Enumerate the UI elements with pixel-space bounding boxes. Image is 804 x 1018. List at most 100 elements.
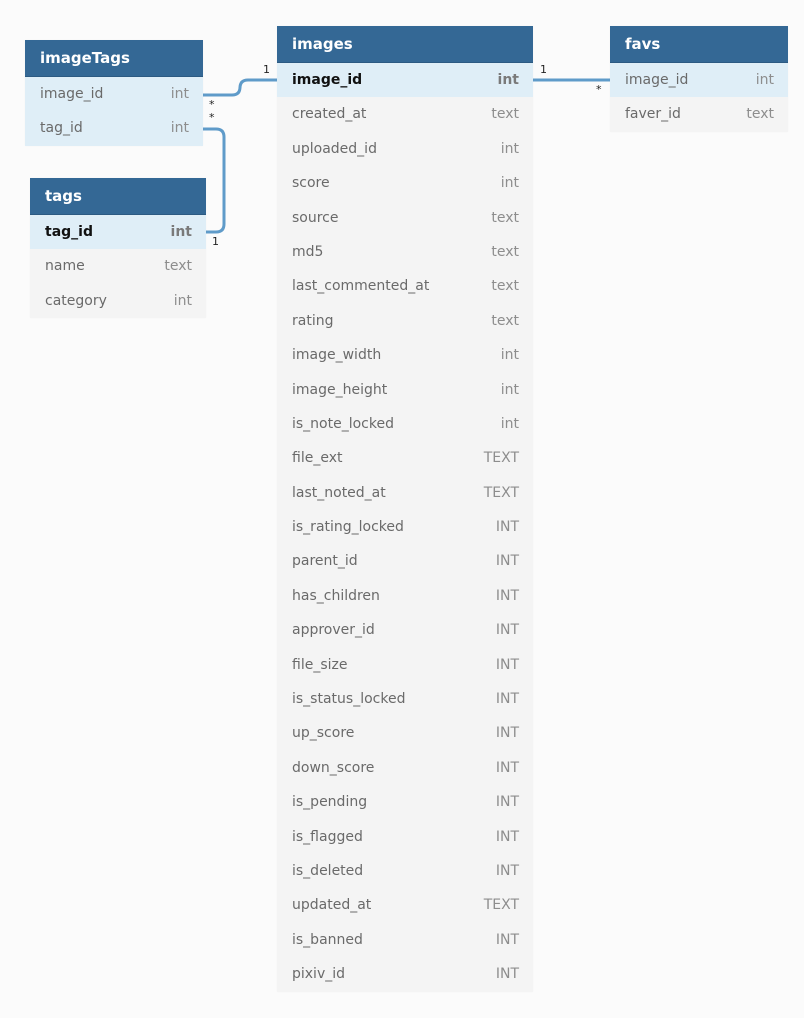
table-row-category[interactable]: category int [30, 284, 206, 318]
column-name: name [45, 258, 85, 275]
column-name: md5 [292, 243, 324, 260]
column-name: is_pending [292, 794, 368, 811]
table-row-image-id[interactable]: image_id int [25, 77, 203, 112]
column-type: text [491, 106, 519, 123]
table-row-uploaded-id[interactable]: uploaded_id int [277, 132, 533, 166]
table-row-file-size[interactable]: file_size INT [277, 648, 533, 682]
table-imagetags[interactable]: imageTags image_id int tag_id int [25, 40, 203, 146]
column-type: INT [495, 931, 519, 948]
column-name: created_at [292, 106, 367, 123]
table-row-md5[interactable]: md5 text [277, 235, 533, 269]
column-name: source [292, 209, 339, 226]
column-type: INT [495, 587, 519, 604]
column-name: tag_id [40, 120, 83, 137]
table-row-image-height[interactable]: image_height int [277, 373, 533, 407]
cardinality-label: * [209, 98, 215, 111]
relation-imagetags-images [203, 78, 277, 97]
table-row-image-id[interactable]: image_id int [610, 63, 788, 98]
table-row-is-rating-locked[interactable]: is_rating_locked INT [277, 510, 533, 544]
cardinality-label: * [596, 83, 602, 96]
column-name: category [45, 292, 107, 309]
table-row-is-note-locked[interactable]: is_note_locked int [277, 407, 533, 441]
column-type: INT [495, 759, 519, 776]
table-row-file-ext[interactable]: file_ext TEXT [277, 441, 533, 475]
table-row-tag-id[interactable]: tag_id int [30, 215, 206, 250]
table-row-is-flagged[interactable]: is_flagged INT [277, 820, 533, 854]
table-row-score[interactable]: score int [277, 166, 533, 200]
table-row-last-commented-at[interactable]: last_commented_at text [277, 269, 533, 303]
table-tags[interactable]: tags tag_id int name text category int [30, 178, 206, 319]
column-name: is_rating_locked [292, 519, 404, 536]
column-name: rating [292, 312, 334, 329]
column-name: is_status_locked [292, 691, 406, 708]
table-row-parent-id[interactable]: parent_id INT [277, 544, 533, 578]
table-row-rating[interactable]: rating text [277, 304, 533, 338]
column-type: TEXT [483, 450, 519, 467]
column-name: file_size [292, 656, 348, 673]
column-type: INT [495, 828, 519, 845]
table-header[interactable]: imageTags [25, 40, 203, 77]
table-row-up-score[interactable]: up_score INT [277, 716, 533, 750]
table-row-is-banned[interactable]: is_banned INT [277, 923, 533, 957]
column-type: int [170, 86, 189, 102]
column-type: int [755, 72, 774, 88]
column-name: up_score [292, 725, 355, 742]
column-name: is_flagged [292, 828, 363, 845]
column-name: image_id [292, 72, 363, 88]
column-name: image_width [292, 347, 382, 364]
table-row-tag-id[interactable]: tag_id int [25, 111, 203, 146]
column-type: text [491, 278, 519, 295]
column-type: text [491, 209, 519, 226]
column-type: int [497, 72, 519, 88]
table-row-down-score[interactable]: down_score INT [277, 751, 533, 785]
column-type: int [500, 347, 519, 364]
column-name: has_children [292, 587, 380, 604]
table-row-image-width[interactable]: image_width int [277, 338, 533, 372]
table-row-updated-at[interactable]: updated_at TEXT [277, 888, 533, 922]
table-header[interactable]: favs [610, 26, 788, 63]
column-type: INT [495, 656, 519, 673]
table-row-name[interactable]: name text [30, 249, 206, 283]
table-header[interactable]: tags [30, 178, 206, 215]
column-type: int [500, 140, 519, 157]
column-type: int [500, 175, 519, 192]
table-row-faver-id[interactable]: faver_id text [610, 97, 788, 131]
table-header[interactable]: images [277, 26, 533, 63]
relation-imagetags-tags [203, 127, 226, 234]
column-name: tag_id [45, 224, 93, 240]
table-row-is-status-locked[interactable]: is_status_locked INT [277, 682, 533, 716]
cardinality-label: 1 [212, 235, 219, 248]
table-row-is-pending[interactable]: is_pending INT [277, 785, 533, 819]
cardinality-label: 1 [263, 63, 270, 76]
cardinality-label: 1 [540, 63, 547, 76]
column-type: int [173, 292, 192, 309]
column-name: image_id [625, 72, 689, 88]
table-row-has-children[interactable]: has_children INT [277, 579, 533, 613]
table-body: image_id int created_at text uploaded_id int s… [277, 63, 533, 992]
column-type: INT [495, 862, 519, 879]
er-diagram-canvas: 1 * * 1 1 * imageTags image_id int tag_i… [0, 0, 804, 1018]
column-type: text [491, 243, 519, 260]
table-favs[interactable]: favs image_id int faver_id text [610, 26, 788, 132]
column-type: int [500, 415, 519, 432]
table-row-last-noted-at[interactable]: last_noted_at TEXT [277, 476, 533, 510]
column-type: INT [495, 966, 519, 983]
table-row-created-at[interactable]: created_at text [277, 97, 533, 131]
column-name: last_commented_at [292, 278, 430, 295]
table-row-pixiv-id[interactable]: pixiv_id INT [277, 957, 533, 991]
column-name: approver_id [292, 622, 375, 639]
column-type: int [170, 120, 189, 137]
table-row-approver-id[interactable]: approver_id INT [277, 613, 533, 647]
column-type: INT [495, 519, 519, 536]
column-type: INT [495, 553, 519, 570]
cardinality-label: * [209, 111, 215, 124]
table-row-is-deleted[interactable]: is_deleted INT [277, 854, 533, 888]
column-type: TEXT [483, 484, 519, 501]
column-name: is_banned [292, 931, 363, 948]
column-type: text [746, 106, 774, 123]
table-row-image-id[interactable]: image_id int [277, 63, 533, 98]
table-row-source[interactable]: source text [277, 201, 533, 235]
table-images[interactable]: images image_id int created_at text uploaded… [277, 26, 533, 992]
column-name: last_noted_at [292, 484, 386, 501]
column-name: file_ext [292, 450, 343, 467]
